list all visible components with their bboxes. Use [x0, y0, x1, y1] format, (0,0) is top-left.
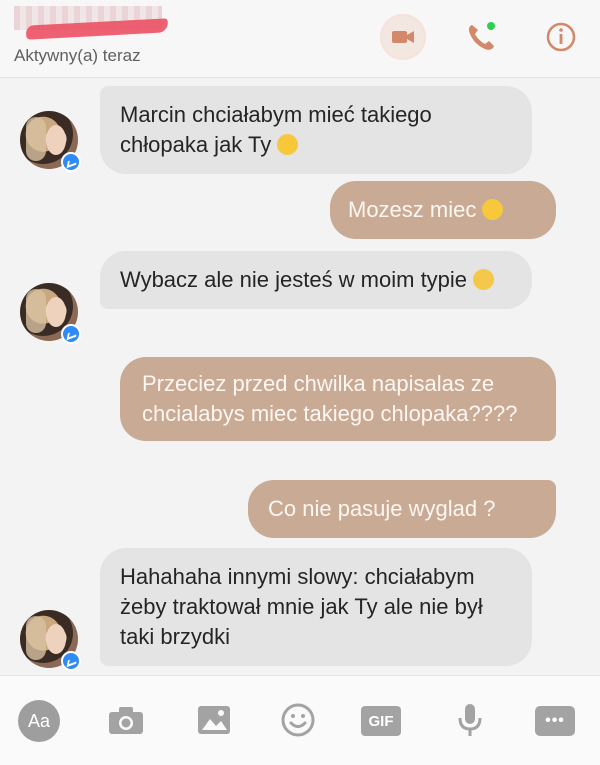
message-bubble-outgoing[interactable]: Co nie pasuje wyglad ?: [248, 480, 556, 538]
microphone-icon: [458, 704, 482, 736]
message-text: Mozesz miec: [348, 197, 477, 222]
message-list[interactable]: Marcin chciałabym mieć takiego chłopaka …: [0, 78, 600, 675]
more-options-button[interactable]: •••: [535, 706, 575, 736]
video-call-button[interactable]: [380, 14, 426, 60]
voice-message-button[interactable]: [448, 700, 492, 740]
message-text: Marcin chciałabym mieć takiego chłopaka …: [120, 102, 432, 157]
laughing-emoji-icon: [277, 134, 299, 155]
info-icon: [546, 22, 576, 52]
smile-emoji-icon: [482, 199, 504, 220]
camera-icon: [109, 707, 143, 734]
message-text: Przeciez przed chwilka napisalas ze chci…: [142, 371, 518, 426]
sad-emoji-icon: [473, 269, 495, 290]
info-button[interactable]: [538, 14, 584, 60]
contact-avatar[interactable]: [20, 111, 81, 172]
emoji-icon: [281, 703, 315, 737]
message-text: Co nie pasuje wyglad ?: [268, 496, 496, 521]
camera-button[interactable]: [104, 700, 148, 740]
active-status: Aktywny(a) teraz: [14, 46, 141, 65]
video-call-icon: [392, 31, 414, 43]
contact-avatar[interactable]: [20, 283, 81, 344]
message-text: Wybacz ale nie jesteś w moim typie: [120, 267, 468, 292]
message-bubble-outgoing[interactable]: Mozesz miec: [330, 181, 556, 239]
emoji-button[interactable]: [276, 700, 320, 740]
message-bubble-incoming[interactable]: Marcin chciałabym mieć takiego chłopaka …: [100, 86, 532, 174]
redaction-mark: [25, 18, 169, 40]
message-bubble-incoming[interactable]: Wybacz ale nie jesteś w moim typie: [100, 251, 532, 309]
text-format-icon: Aa: [27, 710, 51, 731]
composer-toolbar: Aa GIF •••: [0, 675, 600, 765]
chat-header: Aktywny(a) teraz: [0, 0, 600, 78]
contact-avatar[interactable]: [20, 610, 81, 671]
gif-icon: GIF: [368, 712, 394, 730]
phone-icon: [468, 22, 495, 50]
image-icon: [198, 706, 230, 734]
more-icon: •••: [545, 712, 565, 729]
message-bubble-outgoing[interactable]: Przeciez przed chwilka napisalas ze chci…: [120, 357, 556, 441]
gallery-button[interactable]: [192, 700, 236, 740]
messenger-badge-icon: [61, 152, 81, 172]
message-text: Hahahaha innymi slowy: chciałabym żeby t…: [120, 564, 483, 649]
messenger-badge-icon: [61, 324, 81, 344]
text-format-button[interactable]: Aa: [18, 700, 60, 742]
gif-button[interactable]: GIF: [361, 706, 401, 736]
messenger-badge-icon: [61, 651, 81, 671]
voice-call-button[interactable]: [458, 14, 504, 60]
contact-name-redacted[interactable]: [14, 6, 169, 40]
message-bubble-incoming[interactable]: Hahahaha innymi slowy: chciałabym żeby t…: [100, 548, 532, 666]
